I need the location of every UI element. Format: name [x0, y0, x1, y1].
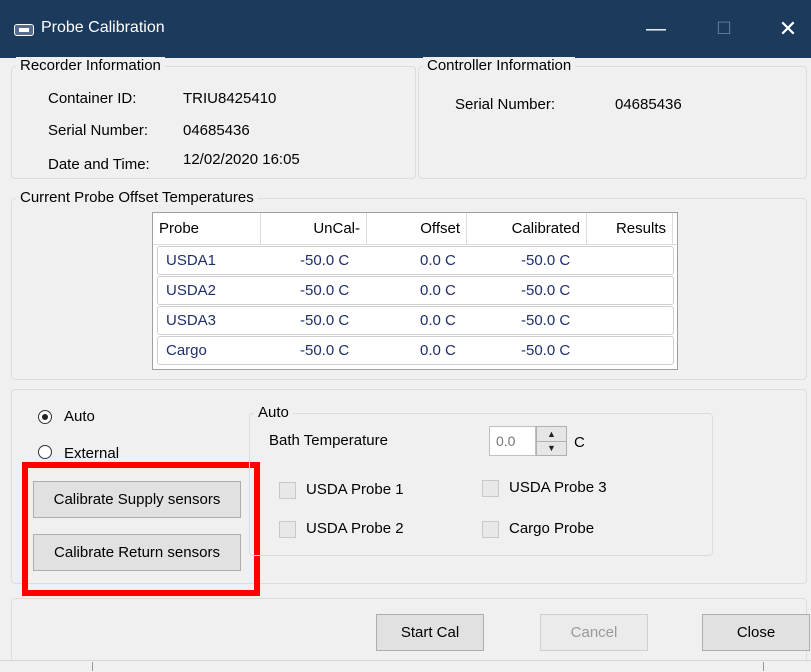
probe-offset-table: Probe UnCal- Offset Calibrated Results U… — [152, 212, 678, 370]
window-title: Probe Calibration — [41, 19, 165, 36]
close-button[interactable]: Close — [702, 614, 810, 651]
column-header-uncal[interactable]: UnCal- — [261, 213, 367, 244]
cell-probe: USDA3 — [166, 312, 217, 329]
probe-app-icon — [14, 24, 34, 36]
cell-offset: 0.0 C — [420, 312, 456, 329]
cargo-probe-checkbox[interactable] — [482, 521, 499, 538]
cell-probe: USDA2 — [166, 282, 217, 299]
bath-temperature-input[interactable] — [489, 426, 536, 456]
datetime-label: Date and Time: — [48, 156, 150, 173]
cell-probe: Cargo — [166, 342, 207, 359]
cell-offset: 0.0 C — [420, 282, 456, 299]
maximize-icon[interactable]: ☐ — [702, 12, 746, 46]
usda-probe-2-checkbox[interactable] — [279, 521, 296, 538]
cell-uncal: -50.0 C — [300, 342, 350, 359]
bath-temperature-unit: C — [574, 434, 585, 451]
status-divider — [763, 662, 764, 671]
recorder-serial-label: Serial Number: — [48, 122, 149, 139]
container-id-label: Container ID: — [48, 90, 137, 107]
highlight-box — [22, 462, 260, 596]
status-divider — [92, 662, 93, 671]
status-strip — [0, 660, 811, 672]
recorder-serial-value: 04685436 — [183, 122, 250, 139]
external-radio[interactable] — [38, 445, 52, 459]
cell-offset: 0.0 C — [420, 342, 456, 359]
controller-serial-value: 04685436 — [615, 96, 682, 113]
cell-uncal: -50.0 C — [300, 252, 350, 269]
title-bar: Probe Calibration — ☐ ✕ — [0, 0, 811, 58]
usda-probe-3-label: USDA Probe 3 — [509, 479, 607, 496]
table-header-divider — [153, 244, 677, 245]
cell-probe: USDA1 — [166, 252, 217, 269]
external-radio-label: External — [64, 445, 120, 462]
cell-offset: 0.0 C — [420, 252, 456, 269]
table-row[interactable]: USDA1 -50.0 C 0.0 C -50.0 C — [157, 246, 674, 275]
spin-down-icon[interactable]: ▼ — [537, 441, 566, 455]
table-row[interactable]: Cargo -50.0 C 0.0 C -50.0 C — [157, 336, 674, 365]
usda-probe-1-label: USDA Probe 1 — [306, 481, 404, 498]
cell-calibrated: -50.0 C — [521, 282, 571, 299]
spin-up-icon[interactable]: ▲ — [537, 427, 566, 442]
cell-calibrated: -50.0 C — [521, 342, 571, 359]
cell-calibrated: -50.0 C — [521, 312, 571, 329]
table-row[interactable]: USDA2 -50.0 C 0.0 C -50.0 C — [157, 276, 674, 305]
bath-temperature-label: Bath Temperature — [269, 432, 388, 449]
usda-probe-2-label: USDA Probe 2 — [306, 520, 404, 537]
controller-info-legend: Controller Information — [423, 57, 576, 74]
controller-serial-label: Serial Number: — [455, 96, 556, 113]
column-header-probe[interactable]: Probe — [153, 213, 261, 244]
cell-uncal: -50.0 C — [300, 312, 350, 329]
column-header-results[interactable]: Results — [587, 213, 673, 244]
datetime-value: 12/02/2020 16:05 — [183, 151, 300, 168]
cancel-button[interactable]: Cancel — [540, 614, 648, 651]
cell-calibrated: -50.0 C — [521, 252, 571, 269]
start-cal-button[interactable]: Start Cal — [376, 614, 484, 651]
controller-info-group: Controller Information — [418, 57, 807, 179]
usda-probe-3-checkbox[interactable] — [482, 480, 499, 497]
container-id-value: TRIU8425410 — [183, 90, 277, 107]
column-header-offset[interactable]: Offset — [367, 213, 467, 244]
minimize-icon[interactable]: — — [634, 12, 678, 46]
probe-offset-legend: Current Probe Offset Temperatures — [16, 189, 258, 206]
auto-radio-label: Auto — [64, 408, 95, 425]
usda-probe-1-checkbox[interactable] — [279, 482, 296, 499]
column-header-calibrated[interactable]: Calibrated — [467, 213, 587, 244]
close-icon[interactable]: ✕ — [766, 12, 810, 46]
cell-uncal: -50.0 C — [300, 282, 350, 299]
bath-temperature-stepper[interactable]: ▲ ▼ — [536, 426, 567, 456]
cargo-probe-label: Cargo Probe — [509, 520, 595, 537]
table-row[interactable]: USDA3 -50.0 C 0.0 C -50.0 C — [157, 306, 674, 335]
auto-radio[interactable] — [38, 410, 52, 424]
auto-group-legend: Auto — [254, 404, 293, 421]
recorder-info-legend: Recorder Information — [16, 57, 165, 74]
